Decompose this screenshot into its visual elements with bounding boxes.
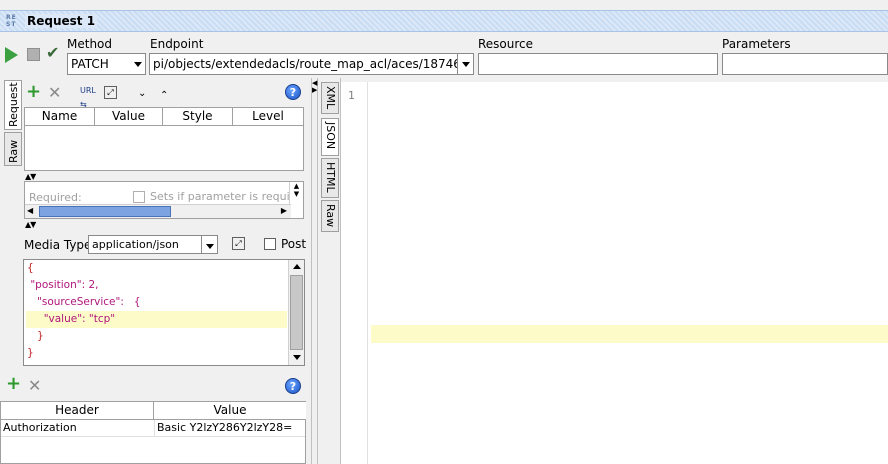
tab-xml[interactable]: XML: [321, 82, 339, 114]
stop-request-icon[interactable]: [27, 48, 40, 61]
check-icon[interactable]: ✔: [46, 43, 59, 62]
tab-json[interactable]: JSON: [321, 118, 339, 156]
header-name-cell[interactable]: Authorization: [3, 421, 77, 434]
param-details: Required: Sets if parameter is required …: [24, 181, 304, 219]
column-header[interactable]: Value: [95, 108, 163, 126]
current-line-highlight: [371, 325, 888, 343]
params-table[interactable]: Name Value Style Level: [24, 107, 304, 171]
method-label: Method: [67, 37, 113, 51]
tab-raw[interactable]: Raw: [321, 200, 339, 232]
scroll-down-icon[interactable]: ▼: [290, 190, 303, 198]
column-header[interactable]: Name: [25, 108, 95, 126]
details-vscrollbar[interactable]: ▲ ▼: [289, 182, 303, 204]
media-type-value: application/json: [92, 238, 179, 251]
media-type-label: Media Type: [24, 238, 92, 252]
resource-label: Resource: [478, 37, 534, 51]
panel-splitter[interactable]: ◀ ▶: [312, 78, 318, 464]
collapse-toggle-icon[interactable]: ▲▼: [25, 221, 36, 229]
media-type-select[interactable]: application/json: [88, 235, 218, 254]
details-hscrollbar[interactable]: ◀ ▶: [25, 204, 291, 218]
splitter-arrows-icon[interactable]: ◀ ▶: [312, 80, 317, 94]
scroll-right-icon[interactable]: ▶: [281, 206, 287, 215]
required-label: Required:: [29, 191, 82, 204]
help-icon[interactable]: ?: [285, 378, 301, 394]
scroll-thumb[interactable]: [39, 206, 171, 217]
required-checkbox-label: Sets if parameter is required: [150, 190, 290, 203]
add-icon[interactable]: +: [26, 83, 41, 101]
method-select[interactable]: PATCH: [67, 53, 146, 75]
post-label: Post: [281, 237, 307, 251]
table-row[interactable]: Authorization Basic Y2lzY286Y2lzY28=: [1, 420, 305, 437]
delete-header-icon[interactable]: ✕: [28, 378, 41, 394]
body-line: "sourceService": {: [27, 296, 141, 308]
chevron-down-icon[interactable]: [201, 236, 217, 253]
response-tabs: XML JSON HTML Raw: [319, 78, 341, 464]
scroll-up-icon[interactable]: [289, 260, 304, 274]
scroll-left-icon[interactable]: ◀: [27, 206, 33, 215]
endpoint-input[interactable]: pi/objects/extendedacls/route_map_acl/ac…: [149, 53, 474, 75]
column-header[interactable]: Level: [233, 108, 303, 126]
body-vscrollbar[interactable]: [288, 260, 304, 365]
add-header-icon[interactable]: +: [6, 375, 21, 393]
title-bar: RE ST Request 1: [0, 10, 888, 32]
run-request-icon[interactable]: [5, 47, 18, 63]
chevron-down-icon[interactable]: [457, 54, 473, 74]
request-panel: Request Raw + ✕ URL ⇆ ⤢ ⌄ ⌃ ? Name Value …: [0, 78, 312, 464]
headers-table[interactable]: Header Value Authorization Basic Y2lzY28…: [0, 401, 306, 464]
parameters-label: Parameters: [722, 37, 791, 51]
method-value: PATCH: [71, 57, 109, 71]
endpoint-label: Endpoint: [150, 37, 204, 51]
required-checkbox[interactable]: [133, 191, 145, 203]
rest-icon: RE ST: [6, 14, 17, 28]
resource-input[interactable]: [478, 53, 718, 75]
body-line: "value": "tcp": [27, 313, 116, 325]
line-number: 1: [348, 89, 355, 102]
parameters-input[interactable]: [722, 53, 888, 75]
help-icon[interactable]: ?: [285, 84, 301, 100]
expand-icon[interactable]: ⤢: [104, 86, 117, 99]
endpoint-value: pi/objects/extendedacls/route_map_acl/ac…: [153, 57, 474, 71]
body-line: }: [27, 347, 34, 359]
request-body-editor[interactable]: { "position": 2, "sourceService": { "val…: [23, 259, 305, 366]
header-value-cell[interactable]: Basic Y2lzY286Y2lzY28=: [157, 421, 292, 434]
chevron-down-icon[interactable]: [129, 54, 145, 74]
tab-raw[interactable]: Raw: [4, 132, 22, 166]
column-header[interactable]: Style: [163, 108, 233, 126]
move-up-icon[interactable]: ⌃: [160, 89, 168, 103]
delete-icon[interactable]: ✕: [48, 85, 61, 101]
body-line: {: [27, 262, 34, 274]
expand-icon[interactable]: ⤢: [232, 237, 245, 250]
post-checkbox[interactable]: [264, 238, 276, 250]
scroll-down-icon[interactable]: [289, 351, 304, 365]
column-header[interactable]: Header: [1, 402, 154, 420]
move-down-icon[interactable]: ⌄: [138, 87, 146, 101]
collapse-toggle-icon[interactable]: ▲▼: [25, 173, 36, 181]
scroll-thumb[interactable]: [290, 275, 303, 350]
line-number-gutter: 1: [341, 82, 368, 464]
body-line: "position": 2,: [27, 279, 99, 291]
scroll-up-icon[interactable]: ▲: [290, 182, 303, 190]
tab-request[interactable]: Request: [4, 80, 22, 130]
tab-html[interactable]: HTML: [321, 158, 339, 198]
window-title: Request 1: [25, 14, 98, 28]
column-header[interactable]: Value: [154, 402, 306, 420]
response-editor[interactable]: 1: [341, 82, 888, 464]
body-line: }: [27, 330, 44, 342]
